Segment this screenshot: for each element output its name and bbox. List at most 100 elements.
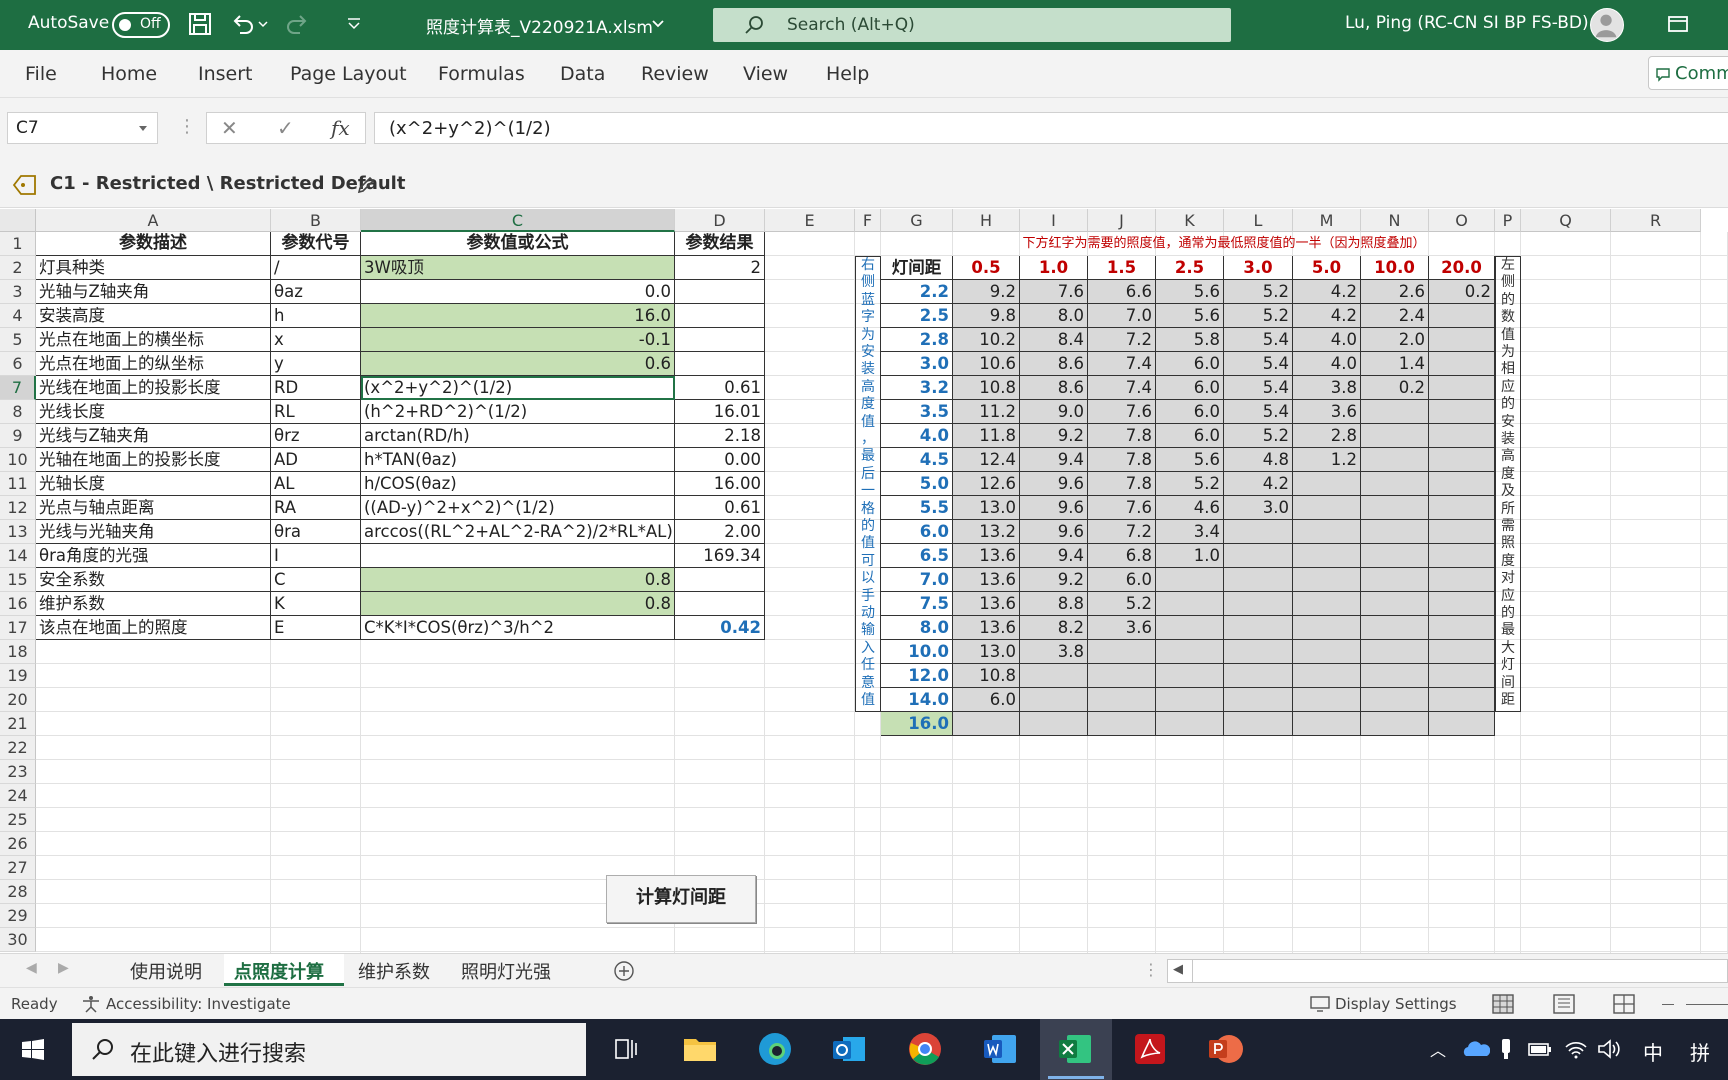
mount-height-cell[interactable]: 2.5 [881,304,953,328]
tab-formulas[interactable]: Formulas [438,63,525,85]
insert-function-icon[interactable]: fx [331,116,350,140]
spacing-corner-label[interactable]: 灯间距 [881,256,953,280]
spacing-value-cell[interactable]: 13.6 [953,544,1020,568]
param-result-cell[interactable]: 2 [675,256,765,280]
edit-pencil-icon[interactable] [356,175,376,195]
spacing-value-cell[interactable]: 9.8 [953,304,1020,328]
spacing-value-cell[interactable] [1293,640,1361,664]
tab-home[interactable]: Home [101,63,157,85]
spacing-value-cell[interactable] [953,712,1020,736]
scroll-left-icon[interactable]: ◀ [26,960,37,976]
spacing-value-cell[interactable] [1156,640,1224,664]
lux-header[interactable]: 2.5 [1156,256,1224,280]
spacing-value-cell[interactable]: 7.2 [1088,328,1156,352]
spacing-value-cell[interactable] [1293,520,1361,544]
param-description-cell[interactable]: 光线长度 [36,400,271,424]
spacing-value-cell[interactable]: 5.6 [1156,304,1224,328]
cancel-icon[interactable]: ✕ [221,116,238,140]
spacing-value-cell[interactable]: 1.2 [1293,448,1361,472]
spacing-value-cell[interactable] [1293,496,1361,520]
mount-height-cell[interactable]: 6.5 [881,544,953,568]
spacing-value-cell[interactable]: 13.0 [953,640,1020,664]
param-result-cell[interactable] [675,568,765,592]
column-header-f[interactable]: F [855,209,881,232]
param-code-cell[interactable]: RL [271,400,361,424]
spacing-value-cell[interactable] [1361,688,1429,712]
mount-height-cell[interactable]: 2.2 [881,280,953,304]
formula-input[interactable]: (x^2+y^2)^(1/2) [374,112,1728,144]
tray-chevron-up-icon[interactable]: ︿ [1430,1037,1446,1061]
param-description-cell[interactable]: 光线在地面上的投影长度 [36,376,271,400]
param-result-cell[interactable]: 0.61 [675,376,765,400]
spacing-value-cell[interactable]: 4.2 [1293,304,1361,328]
column-header-l[interactable]: L [1224,209,1293,232]
spacing-value-cell[interactable] [1429,592,1495,616]
outlook-icon[interactable] [829,1029,869,1069]
spacing-value-cell[interactable] [1156,664,1224,688]
display-settings-icon[interactable] [1310,996,1330,1012]
customize-toolbar-icon[interactable] [345,11,363,37]
row-header-1[interactable]: 1 [0,232,36,256]
header-param-desc[interactable]: 参数描述 [36,232,271,256]
spacing-value-cell[interactable]: 7.6 [1088,496,1156,520]
spacing-value-cell[interactable]: 4.0 [1293,328,1361,352]
param-code-cell[interactable]: AL [271,472,361,496]
spacing-value-cell[interactable]: 2.6 [1361,280,1429,304]
mount-height-cell[interactable]: 5.5 [881,496,953,520]
spacing-value-cell[interactable]: 6.0 [953,688,1020,712]
row-header-7[interactable]: 7 [0,376,36,400]
param-description-cell[interactable]: 光轴在地面上的投影长度 [36,448,271,472]
task-view-icon[interactable] [606,1029,646,1069]
mount-height-cell[interactable]: 10.0 [881,640,953,664]
spacing-value-cell[interactable] [1293,616,1361,640]
spacing-value-cell[interactable]: 7.2 [1088,520,1156,544]
spacing-value-cell[interactable] [1293,568,1361,592]
spacing-value-cell[interactable] [1361,424,1429,448]
spacing-value-cell[interactable] [1224,640,1293,664]
mount-height-cell[interactable]: 3.2 [881,376,953,400]
param-result-cell[interactable] [675,352,765,376]
param-value-cell[interactable]: 16.0 [361,304,675,328]
param-code-cell[interactable]: RA [271,496,361,520]
spacing-value-cell[interactable]: 12.4 [953,448,1020,472]
spacing-value-cell[interactable]: 8.0 [1020,304,1088,328]
spacing-value-cell[interactable]: 9.6 [1020,520,1088,544]
param-result-cell[interactable]: 0.61 [675,496,765,520]
undo-dropdown-icon[interactable] [256,11,270,37]
spacing-value-cell[interactable]: 10.8 [953,376,1020,400]
word-icon[interactable] [980,1029,1020,1069]
row-header-15[interactable]: 15 [0,568,36,592]
mount-height-cell[interactable]: 16.0 [881,712,953,736]
param-result-cell[interactable]: 0.00 [675,448,765,472]
normal-view-icon[interactable] [1492,994,1514,1014]
param-code-cell[interactable]: x [271,328,361,352]
spacing-value-cell[interactable]: 5.6 [1156,280,1224,304]
taskbar-search-box[interactable]: 在此键入进行搜索 [72,1023,586,1076]
calculate-spacing-button[interactable]: 计算灯间距 [606,875,756,923]
spacing-value-cell[interactable]: 4.6 [1156,496,1224,520]
spacing-value-cell[interactable]: 6.0 [1156,352,1224,376]
param-value-cell[interactable]: 3W吸顶 [361,256,675,280]
spacing-value-cell[interactable]: 5.8 [1156,328,1224,352]
spacing-value-cell[interactable] [1429,688,1495,712]
spacing-value-cell[interactable]: 9.6 [1020,472,1088,496]
spacing-value-cell[interactable]: 1.4 [1361,352,1429,376]
param-result-cell[interactable] [675,328,765,352]
column-header-e[interactable]: E [765,209,855,232]
spacing-value-cell[interactable] [1429,664,1495,688]
worksheet-grid[interactable]: ABCDEFGHIJKLMNOPQR 1 2 3 4 5 6 7 8 9 10 11 12 13 14 15… [0,209,1728,953]
spacing-value-cell[interactable]: 7.8 [1088,472,1156,496]
param-code-cell[interactable]: θaz [271,280,361,304]
spacing-value-cell[interactable] [1361,448,1429,472]
mount-height-cell[interactable]: 3.0 [881,352,953,376]
scroll-left-arrow-icon[interactable]: ◀ [1173,962,1183,977]
lux-header[interactable]: 3.0 [1224,256,1293,280]
spacing-value-cell[interactable] [1088,664,1156,688]
spacing-value-cell[interactable] [1156,616,1224,640]
param-value-cell[interactable]: h*TAN(θaz) [361,448,675,472]
row-header-3[interactable]: 3 [0,280,36,304]
param-description-cell[interactable]: 维护系数 [36,592,271,616]
spacing-value-cell[interactable] [1088,640,1156,664]
spacing-value-cell[interactable]: 8.4 [1020,328,1088,352]
autosave-toggle[interactable]: Off [112,12,170,38]
